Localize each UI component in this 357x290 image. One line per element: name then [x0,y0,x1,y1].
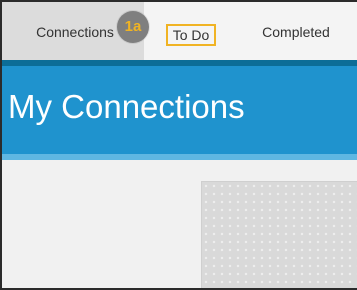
app-frame: Connections To Do Completed 1a My Connec… [0,0,357,290]
tab-to-do[interactable]: To Do [166,24,216,46]
content-card-placeholder [202,182,357,288]
tab-completed[interactable]: Completed [246,2,346,60]
content-area [2,160,357,288]
page-title: My Connections [8,88,245,125]
tab-bar: Connections To Do Completed 1a [2,2,357,60]
step-callout-badge: 1a [117,11,149,43]
page-header: My Connections [2,66,357,154]
